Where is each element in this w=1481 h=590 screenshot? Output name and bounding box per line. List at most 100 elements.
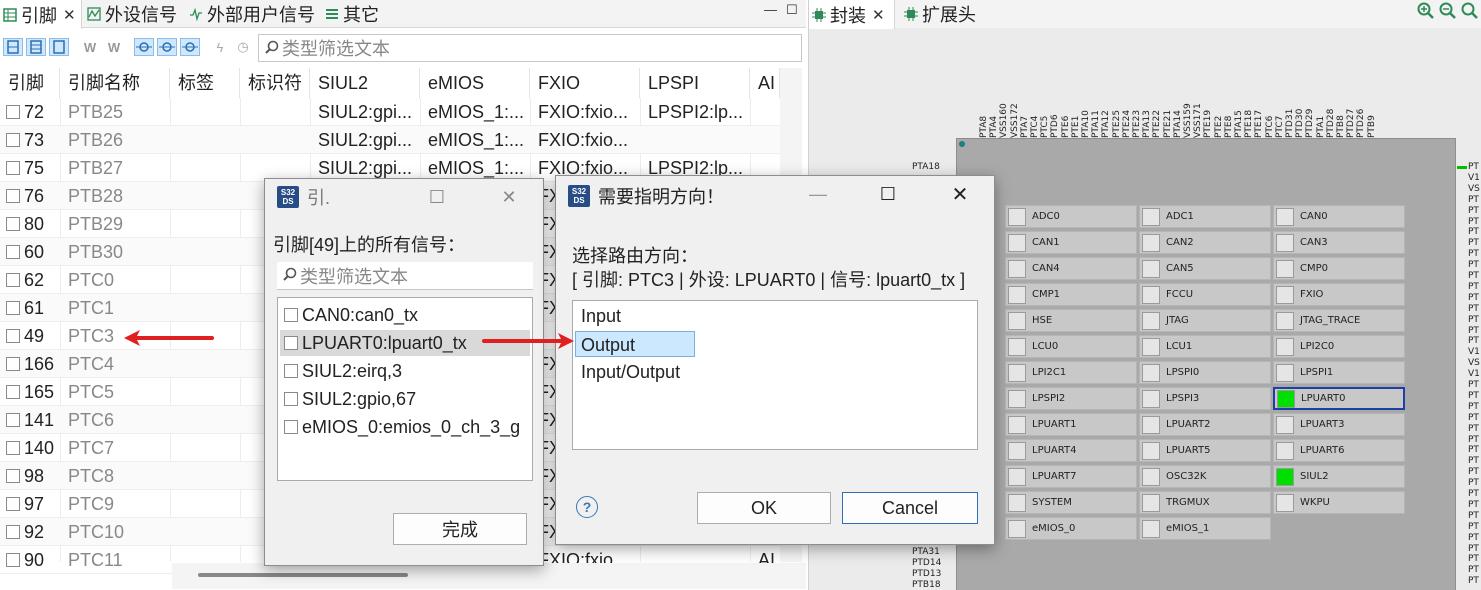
fxio-cell[interactable]: FXIO:fxio... — [538, 126, 638, 154]
peripheral-lpuart5[interactable]: LPUART5 — [1139, 439, 1271, 462]
tab-other[interactable]: 其它 — [322, 0, 379, 28]
maximize-icon[interactable]: ☐ — [786, 2, 798, 18]
peripheral-lpuart2[interactable]: LPUART2 — [1139, 413, 1271, 436]
lightning-icon[interactable]: ϟ — [210, 38, 230, 56]
peripheral-lpi2c1[interactable]: LPI2C1 — [1005, 361, 1137, 384]
peripheral-trgmux[interactable]: TRGMUX — [1139, 491, 1271, 514]
row-checkbox[interactable] — [6, 525, 20, 539]
cancel-button[interactable]: Cancel — [842, 492, 978, 524]
wave-filter-icon[interactable]: W — [80, 38, 100, 56]
column-header[interactable]: 标识符 — [240, 68, 310, 98]
row-checkbox[interactable] — [6, 329, 20, 343]
peripheral-hse[interactable]: HSE — [1005, 309, 1137, 332]
row-checkbox[interactable] — [6, 133, 20, 147]
horizontal-scrollbar[interactable] — [172, 563, 806, 589]
peripheral-lcu0[interactable]: LCU0 — [1005, 335, 1137, 358]
row-checkbox[interactable] — [6, 273, 20, 287]
peripheral-cmp1[interactable]: CMP1 — [1005, 283, 1137, 306]
maximize-icon[interactable]: ☐ — [866, 176, 910, 212]
zoom-in-icon[interactable] — [1417, 2, 1435, 20]
pins-search-input[interactable]: 类型筛选文本 — [258, 34, 802, 62]
emios-cell[interactable]: eMIOS_1:... — [428, 98, 528, 126]
direction-option[interactable]: Input — [575, 303, 621, 329]
column-header[interactable]: 引脚 — [0, 68, 60, 98]
signals-list[interactable]: CAN0:can0_tx LPUART0:lpuart0_tx SIUL2:eirq… — [277, 297, 533, 481]
row-checkbox[interactable] — [6, 105, 20, 119]
peripheral-emios_0[interactable]: eMIOS_0 — [1005, 517, 1137, 540]
minimize-icon[interactable]: — — [796, 176, 840, 212]
table-row[interactable]: 73 PTB26 SIUL2:gpi... eMIOS_1:... FXIO:fxio.… — [0, 126, 780, 154]
signal-checkbox[interactable] — [284, 336, 298, 350]
close-icon[interactable]: ✕ — [487, 179, 531, 215]
row-checkbox[interactable] — [6, 189, 20, 203]
signal-checkbox[interactable] — [284, 420, 298, 434]
peripheral-jtag[interactable]: JTAG — [1139, 309, 1271, 332]
siul2-cell[interactable]: SIUL2:gpi... — [318, 98, 418, 126]
clock-icon[interactable]: ◷ — [233, 38, 253, 56]
row-checkbox[interactable] — [6, 385, 20, 399]
peripheral-lpi2c0[interactable]: LPI2C0 — [1273, 335, 1405, 358]
peripheral-fxio[interactable]: FXIO — [1273, 283, 1405, 306]
direction-option[interactable]: Input/Output — [575, 359, 680, 385]
peripheral-lpuart4[interactable]: LPUART4 — [1005, 439, 1137, 462]
signal-list-item[interactable]: SIUL2:gpio,67 — [280, 386, 530, 412]
row-checkbox[interactable] — [6, 161, 20, 175]
minimize-icon[interactable]: — — [764, 2, 777, 17]
siul2-cell[interactable]: SIUL2:gpi... — [318, 126, 418, 154]
signal-checkbox[interactable] — [284, 364, 298, 378]
row-checkbox[interactable] — [6, 245, 20, 259]
peripheral-can5[interactable]: CAN5 — [1139, 257, 1271, 280]
row-checkbox[interactable] — [6, 553, 20, 567]
peripheral-siul2[interactable]: SIUL2 — [1273, 465, 1405, 488]
tab-expansion-header[interactable]: 扩展头 — [901, 0, 976, 28]
column-header[interactable]: eMIOS — [420, 68, 530, 98]
peripheral-wkpu[interactable]: WKPU — [1273, 491, 1405, 514]
peripheral-lpspi0[interactable]: LPSPI0 — [1139, 361, 1271, 384]
column-header[interactable]: 引脚名称 — [60, 68, 170, 98]
column-header[interactable]: LPSPI — [640, 68, 750, 98]
tab-package[interactable]: 封装 ✕ — [809, 0, 895, 29]
signal-list-item[interactable]: LPUART0:lpuart0_tx — [280, 330, 530, 356]
peripheral-lcu1[interactable]: LCU1 — [1139, 335, 1271, 358]
row-checkbox[interactable] — [6, 413, 20, 427]
direction-option[interactable]: Output — [575, 331, 695, 357]
route-in-icon[interactable] — [134, 38, 154, 56]
ok-button[interactable]: OK — [697, 492, 831, 524]
close-icon[interactable]: ✕ — [63, 6, 76, 24]
tab-peripheral-signals[interactable]: 外设信号 — [84, 0, 177, 28]
row-checkbox[interactable] — [6, 217, 20, 231]
peripheral-adc1[interactable]: ADC1 — [1139, 205, 1271, 228]
peripheral-lpuart3[interactable]: LPUART3 — [1273, 413, 1405, 436]
peripheral-lpspi1[interactable]: LPSPI1 — [1273, 361, 1405, 384]
signal-filter-input[interactable]: 类型筛选文本 — [277, 262, 533, 290]
route-out-icon[interactable] — [157, 38, 177, 56]
tab-pins[interactable]: 引脚 ✕ — [0, 0, 82, 29]
peripheral-osc32k[interactable]: OSC32K — [1139, 465, 1271, 488]
peripheral-lpspi2[interactable]: LPSPI2 — [1005, 387, 1137, 410]
table-row[interactable]: 72 PTB25 SIUL2:gpi... eMIOS_1:... FXIO:fxio.… — [0, 98, 780, 126]
peripheral-adc0[interactable]: ADC0 — [1005, 205, 1137, 228]
layout-columns-icon[interactable] — [49, 38, 69, 56]
row-checkbox[interactable] — [6, 497, 20, 511]
column-header[interactable]: AI — [750, 68, 780, 98]
row-checkbox[interactable] — [6, 441, 20, 455]
peripheral-can0[interactable]: CAN0 — [1273, 205, 1405, 228]
row-checkbox[interactable] — [6, 469, 20, 483]
row-checkbox[interactable] — [6, 357, 20, 371]
wave-filter-alt-icon[interactable]: W — [104, 38, 124, 56]
emios-cell[interactable]: eMIOS_1:... — [428, 126, 528, 154]
column-header[interactable]: 标签 — [170, 68, 240, 98]
peripheral-lpuart7[interactable]: LPUART7 — [1005, 465, 1137, 488]
peripheral-can2[interactable]: CAN2 — [1139, 231, 1271, 254]
fxio-cell[interactable]: FXIO:fxio... — [538, 98, 638, 126]
peripheral-lpspi3[interactable]: LPSPI3 — [1139, 387, 1271, 410]
peripheral-lpuart1[interactable]: LPUART1 — [1005, 413, 1137, 436]
direction-options-list[interactable]: Input Output Input/Output — [572, 300, 978, 450]
signal-checkbox[interactable] — [284, 308, 298, 322]
scroll-thumb[interactable] — [198, 573, 408, 577]
layout-rows-icon[interactable] — [3, 38, 23, 56]
signal-list-item[interactable]: CAN0:can0_tx — [280, 302, 530, 328]
signal-checkbox[interactable] — [284, 392, 298, 406]
peripheral-can3[interactable]: CAN3 — [1273, 231, 1405, 254]
signal-list-item[interactable]: eMIOS_0:emios_0_ch_3_g — [280, 414, 530, 440]
